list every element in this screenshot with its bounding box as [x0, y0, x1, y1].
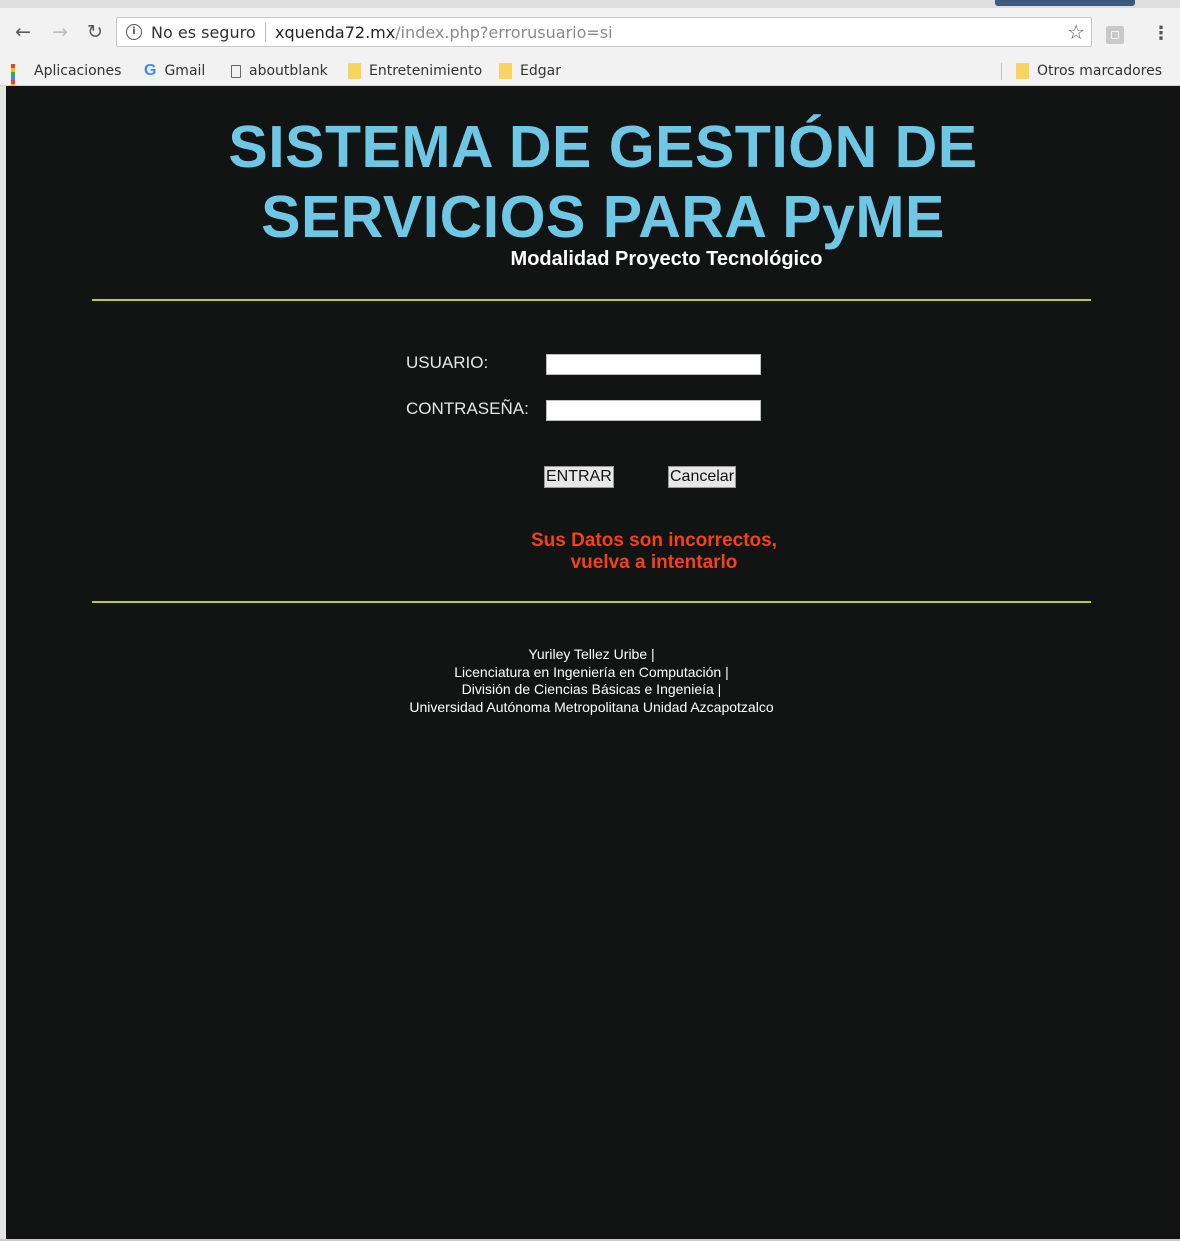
title-line-1: SISTEMA DE GESTIÓN DE — [228, 114, 978, 180]
password-label: CONTRASEÑA: — [406, 399, 529, 418]
folder-icon — [348, 63, 361, 79]
user-input[interactable] — [546, 354, 761, 375]
bookmark-edgar[interactable]: Edgar — [499, 58, 561, 84]
tab-strip — [0, 0, 1180, 8]
bookmarks-bar: Aplicaciones G Gmail aboutblank Entreten… — [0, 58, 1180, 100]
bookmark-gmail[interactable]: G Gmail — [144, 58, 205, 84]
folder-icon — [1016, 63, 1029, 79]
footer-line: Licenciatura en Ingeniería en Computació… — [454, 663, 729, 680]
back-icon[interactable]: ← — [12, 20, 34, 44]
reload-icon[interactable]: ↻ — [84, 20, 106, 44]
bookmark-label: Edgar — [520, 63, 561, 79]
active-tab[interactable] — [995, 0, 1135, 6]
address-bar[interactable]: i No es seguro xquenda72.mx/index.php?er… — [116, 17, 1092, 47]
error-line-2: vuelva a intentarlo — [570, 552, 738, 573]
submit-button[interactable]: ENTRAR — [544, 466, 614, 488]
error-line-1: Sus Datos son incorrectos, — [530, 530, 777, 551]
footer-line: Yuriley Tellez Uribe | — [528, 646, 655, 662]
url-host: xquenda72.mx — [275, 23, 396, 42]
security-label[interactable]: No es seguro — [151, 23, 256, 42]
forward-icon[interactable]: → — [49, 20, 71, 44]
bookmark-entretenimiento[interactable]: Entretenimiento — [348, 58, 482, 84]
bookmark-label: aboutblank — [249, 63, 328, 79]
page-content: SISTEMA DE GESTIÓN DE SERVICIOS PARA PyM… — [6, 86, 1180, 1239]
info-icon[interactable]: i — [126, 24, 142, 40]
footer-line: División de Ciencias Básicas e Ingenieía… — [461, 681, 722, 697]
bookmark-aboutblank[interactable]: aboutblank — [231, 58, 328, 84]
footer: Yuriley Tellez Uribe | Licenciatura en I… — [6, 646, 1177, 716]
bookmark-apps[interactable]: Aplicaciones — [11, 58, 122, 100]
url-text[interactable]: xquenda72.mx/index.php?errorusuario=si — [275, 23, 613, 42]
title-line-2: SERVICIOS PARA PyME — [261, 184, 945, 250]
google-icon: G — [144, 62, 157, 79]
page-icon — [231, 64, 241, 78]
bookmark-label: Otros marcadores — [1037, 63, 1163, 79]
bookmark-other[interactable]: Otros marcadores — [1016, 58, 1162, 84]
bookmark-star-icon[interactable]: ☆ — [1067, 20, 1085, 44]
url-path: /index.php?errorusuario=si — [395, 23, 613, 42]
url-separator — [265, 23, 266, 42]
browser-toolbar: ← → ↻ i No es seguro xquenda72.mx/index.… — [0, 8, 1180, 58]
page-title: SISTEMA DE GESTIÓN DE SERVICIOS PARA PyM… — [6, 112, 1180, 252]
error-message: Sus Datos son incorrectos, vuelva a inte… — [6, 530, 1180, 574]
password-input[interactable] — [546, 400, 761, 421]
user-label: USUARIO: — [406, 353, 489, 372]
extension-icon[interactable] — [1106, 26, 1124, 44]
footer-line: Universidad Autónoma Metropolitana Unida… — [409, 698, 774, 715]
bookmarks-divider — [1001, 63, 1002, 80]
apps-icon — [11, 63, 26, 100]
menu-icon[interactable]: ⋮ — [1152, 24, 1170, 46]
divider-bottom — [92, 601, 1091, 603]
divider-top — [92, 299, 1091, 301]
cancel-button[interactable]: Cancelar — [668, 466, 737, 488]
bookmark-label: Gmail — [164, 63, 206, 79]
page-subtitle: Modalidad Proyecto Tecnológico — [510, 248, 823, 270]
bookmark-label: Aplicaciones — [34, 63, 122, 79]
folder-icon — [499, 63, 512, 79]
bookmark-label: Entretenimiento — [369, 63, 483, 79]
